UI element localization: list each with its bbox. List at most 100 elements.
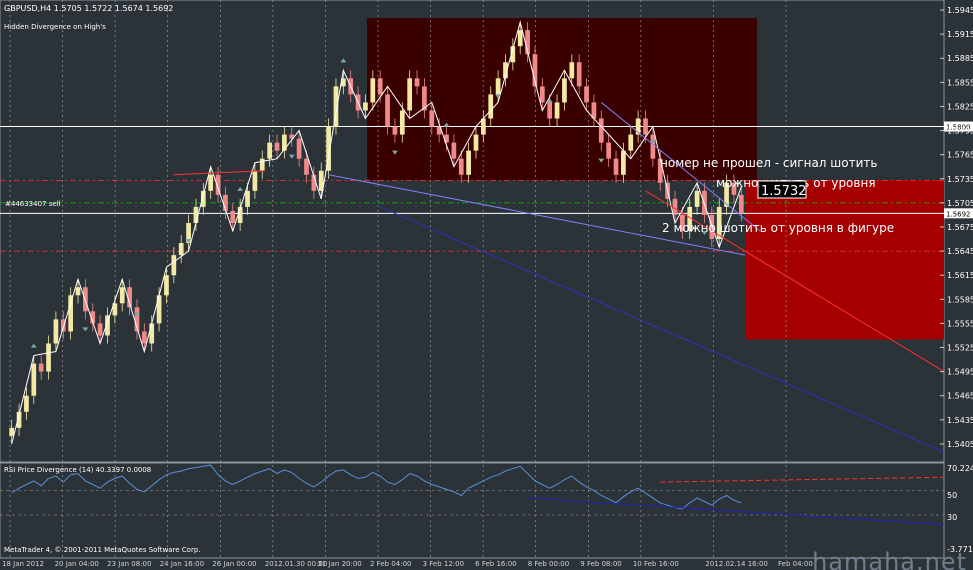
candle-body	[274, 142, 280, 151]
price-tick-label: 1.5855	[947, 78, 973, 87]
candle-body	[282, 134, 287, 151]
time-tick-label: 24 Jan 16:00	[160, 560, 204, 568]
candle-body	[208, 174, 214, 191]
rsi-level-top: 70.2246	[947, 464, 973, 473]
time-tick-label: 31 Jan 20:00	[317, 560, 361, 568]
candle-body	[252, 170, 258, 191]
level-box-text: 1.5732	[761, 184, 807, 199]
candle-body	[495, 78, 501, 95]
copyright: MetaTrader 4, © 2001-2011 MetaQuotes Sof…	[4, 546, 201, 554]
candle-body	[517, 30, 523, 47]
candle-body	[385, 94, 390, 127]
time-tick-label: 3 Feb 12:00	[423, 560, 464, 568]
price-tick-label: 1.5675	[947, 223, 973, 232]
candle-body	[672, 198, 678, 215]
price-tick-label: 1.5705	[947, 199, 973, 208]
time-tick-label: 2012.02.14 16:00	[705, 560, 767, 568]
price-tick-label: 1.5405	[947, 440, 973, 449]
time-tick-label: 23 Jan 08:00	[107, 560, 151, 568]
candle-body	[576, 62, 582, 87]
time-tick-label: 6 Feb 16:00	[475, 560, 516, 568]
candle-body	[31, 363, 37, 396]
price-tick-label: 1.5585	[947, 295, 973, 304]
candle-body	[650, 134, 656, 159]
rsi-label: RSI Price Divergence (14) 40.3397 0.0008	[4, 466, 151, 474]
candle-body	[554, 102, 560, 119]
level-tag-label: 1.5692	[946, 210, 971, 218]
candle-body	[141, 331, 147, 344]
time-tick-label: 2 Feb 04:00	[370, 560, 411, 568]
candle-body	[539, 86, 545, 103]
time-tick-label: 9 Feb 08:00	[580, 560, 621, 568]
price-tick-label: 1.5765	[947, 151, 973, 160]
candle-body	[451, 142, 457, 159]
candle-body	[304, 158, 309, 175]
watermark: hamaha.net	[812, 548, 967, 570]
candle-body	[267, 142, 272, 159]
price-tick-label: 1.5945	[947, 6, 973, 15]
time-tick-label: Feb 04:00	[778, 560, 813, 568]
symbol-info: GBPUSD,H4 1.5705 1.5722 1.5674 1.5692	[4, 4, 173, 13]
price-tick-label: 1.5555	[947, 319, 973, 328]
rsi-divergence-line	[527, 497, 945, 526]
candle-body	[149, 323, 155, 344]
candle-body	[24, 395, 29, 412]
candle-body	[606, 142, 612, 159]
rsi-level-50: 50	[947, 491, 957, 500]
chart-window: 1.5800 1.5692 1.5945 1.5915 1.5885 1.5855 1.5…	[0, 0, 973, 570]
candle-body	[429, 110, 435, 127]
candle-body	[363, 102, 368, 111]
candle-body	[230, 210, 236, 223]
zone-target	[745, 180, 944, 340]
candle-body	[407, 78, 413, 111]
rsi-resistance-line	[660, 476, 945, 483]
rsi-indicator	[0, 464, 945, 526]
candle-body	[9, 427, 15, 436]
signal-arrow	[30, 343, 37, 348]
candle-body	[738, 194, 744, 214]
candle-body	[414, 78, 420, 87]
price-tick-label: 1.5915	[947, 30, 973, 39]
price-tick-label: 1.5465	[947, 392, 973, 401]
candle-body	[621, 150, 626, 175]
candle-body	[466, 150, 471, 175]
price-tick-label: 1.5645	[947, 247, 973, 256]
time-tick-label: 26 Jan 00:00	[212, 560, 256, 568]
candle-body	[562, 78, 567, 103]
time-axis: 18 Jan 2012 20 Jan 04:00 23 Jan 08:00 24 Ja…	[2, 560, 813, 568]
signal-arrow	[237, 186, 244, 191]
candle-body	[38, 363, 44, 372]
candle-body	[75, 287, 81, 296]
price-tick-label: 1.5825	[947, 102, 973, 111]
candle-body	[584, 86, 589, 103]
rsi-level-30: 30	[947, 513, 957, 522]
order-label: #44633407 sell	[5, 200, 61, 208]
price-tick-label: 1.5435	[947, 416, 973, 425]
candle-body	[68, 295, 74, 332]
candle-body	[119, 287, 125, 304]
candle-body	[643, 118, 648, 135]
price-tick-label: 1.5735	[947, 175, 973, 184]
signal-arrow	[288, 154, 295, 159]
price-tick-label: 1.5885	[947, 54, 973, 63]
annotation-line3: 2 можно шотить от уровня в фигуре	[662, 221, 894, 235]
candle-body	[694, 190, 700, 207]
time-tick-label: 20 Jan 04:00	[55, 560, 99, 568]
annotation-line1: номер не прошел - сигнал шотить	[660, 156, 877, 170]
indicator-label: Hidden Divergence on High's	[4, 23, 106, 31]
candle-body	[399, 110, 405, 135]
time-tick-label: 10 Feb 16:00	[633, 560, 679, 568]
candle-body	[392, 126, 398, 135]
candle-body	[53, 319, 59, 344]
candle-body	[46, 343, 51, 372]
price-chart[interactable]: 1.58001.5692 1.59451.59151.58851.58551.5…	[0, 0, 973, 570]
candle-body	[488, 94, 494, 119]
candle-body	[598, 118, 604, 143]
candle-body	[97, 323, 103, 336]
candle-body	[569, 62, 575, 79]
candle-body	[370, 78, 376, 103]
candle-body	[156, 295, 162, 324]
candle-body	[473, 134, 479, 151]
price-axis: 1.5945 1.5915 1.5885 1.5855 1.5825 1.5795 1.57…	[940, 6, 973, 449]
price-tick-label: 1.5495	[947, 368, 973, 377]
